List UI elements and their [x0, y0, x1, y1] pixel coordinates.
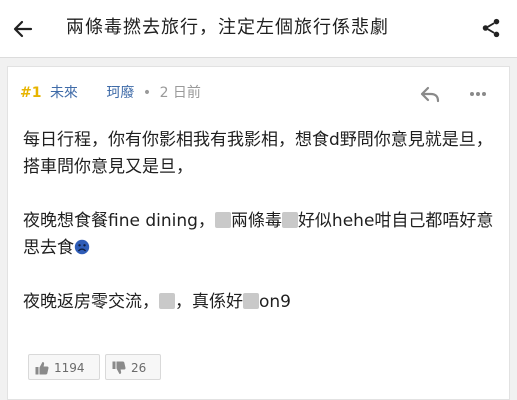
like-button[interactable]: 1194 — [28, 354, 100, 380]
post-card: #1 未來 珂廢 • 2 日前 每日行程，你有你影相我有我影相，想食d野問你意見… — [7, 66, 510, 400]
floor-number: #1 — [20, 85, 42, 101]
thread-title: 兩條毒撚去旅行，注定左個旅行係悲劇 — [66, 17, 389, 38]
more-options-icon[interactable] — [468, 85, 488, 103]
censored-block — [159, 293, 175, 309]
share-icon[interactable] — [480, 17, 502, 39]
thumbs-up-icon — [35, 362, 49, 375]
arrow-left-icon[interactable] — [11, 17, 35, 41]
post-paragraph: 夜晚想食餐fine dining， 兩條毒 好似hehe咁自己都唔好意思去食 — [23, 208, 503, 262]
top-bar: 兩條毒撚去旅行，注定左個旅行係悲劇 — [0, 0, 517, 58]
post-paragraph: 每日行程，你有你影相我有我影相，想食d野問你意見就是旦，搭車問你意見又是旦， — [23, 127, 503, 181]
post-paragraph: 夜晚返房零交流， ，真係好 on9 — [23, 289, 503, 316]
post-text: 夜晚返房零交流， — [23, 292, 159, 312]
dislike-button[interactable]: 26 — [105, 354, 161, 380]
dislike-count: 26 — [131, 361, 147, 375]
reply-icon[interactable] — [419, 85, 441, 103]
like-count: 1194 — [54, 361, 85, 375]
post-text: 每日行程，你有你影相我有我影相，想食d野問你意見就是旦，搭車問你意見又是旦， — [23, 130, 493, 177]
post-time: 2 日前 — [159, 85, 201, 101]
thumbs-down-icon — [112, 361, 126, 374]
sad-face-icon — [74, 239, 90, 255]
post-text: 兩條毒 — [230, 211, 282, 231]
censored-block — [214, 212, 231, 228]
post-body: 每日行程，你有你影相我有我影相，想食d野問你意見就是旦，搭車問你意見又是旦， 夜… — [23, 127, 503, 316]
post-text: ，真係好 — [175, 292, 243, 312]
author-name[interactable]: 未來 — [50, 85, 78, 101]
post-text: 夜晚想食餐fine dining， — [23, 211, 215, 231]
username[interactable]: 珂廢 — [106, 85, 134, 101]
post-text: on9 — [259, 292, 291, 312]
meta-separator: • — [142, 85, 152, 101]
censored-block — [281, 212, 298, 228]
post-meta: #1 未來 珂廢 • 2 日前 — [20, 83, 201, 103]
censored-block — [243, 293, 259, 309]
